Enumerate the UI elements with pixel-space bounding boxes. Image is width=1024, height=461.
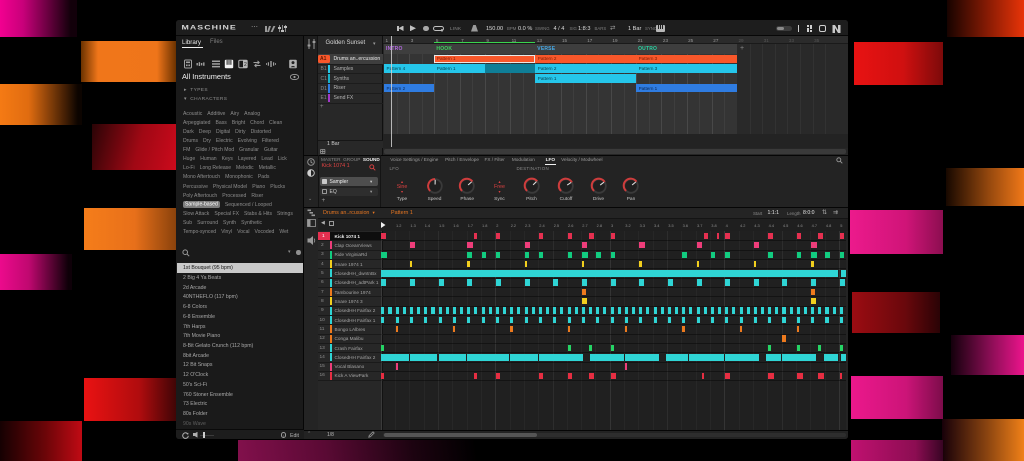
svg-text:2: 2 — [244, 62, 247, 68]
